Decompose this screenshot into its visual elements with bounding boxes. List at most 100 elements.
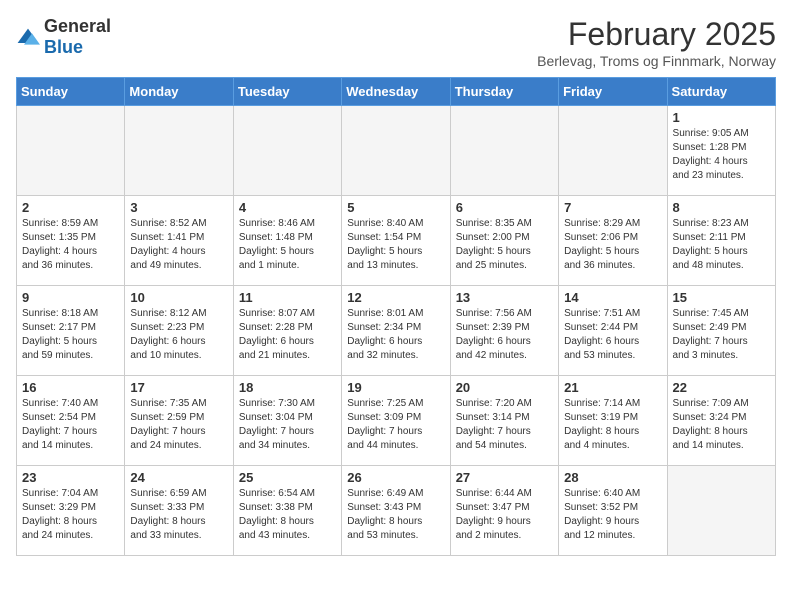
day-info: Sunrise: 9:05 AM Sunset: 1:28 PM Dayligh… <box>673 127 770 183</box>
calendar-cell: 28 Sunrise: 6:40 AM Sunset: 3:52 PM Dayli… <box>559 466 667 556</box>
weekday-header-tuesday: Tuesday <box>233 78 341 106</box>
day-number: 24 <box>130 470 227 485</box>
day-number: 9 <box>22 290 119 305</box>
calendar-cell <box>559 106 667 196</box>
day-number: 7 <box>564 200 661 215</box>
day-number: 20 <box>456 380 553 395</box>
day-number: 22 <box>673 380 770 395</box>
logo-general: General <box>44 16 111 36</box>
day-number: 15 <box>673 290 770 305</box>
calendar-cell: 1 Sunrise: 9:05 AM Sunset: 1:28 PM Daylig… <box>667 106 775 196</box>
day-number: 13 <box>456 290 553 305</box>
calendar-cell <box>17 106 125 196</box>
logo-text: General Blue <box>44 16 111 58</box>
calendar-cell <box>342 106 450 196</box>
day-number: 19 <box>347 380 444 395</box>
week-row-2: 2 Sunrise: 8:59 AM Sunset: 1:35 PM Daylig… <box>17 196 776 286</box>
day-info: Sunrise: 7:09 AM Sunset: 3:24 PM Dayligh… <box>673 397 770 453</box>
calendar-cell: 17 Sunrise: 7:35 AM Sunset: 2:59 PM Dayli… <box>125 376 233 466</box>
weekday-header-saturday: Saturday <box>667 78 775 106</box>
calendar-cell: 19 Sunrise: 7:25 AM Sunset: 3:09 PM Dayli… <box>342 376 450 466</box>
day-info: Sunrise: 8:01 AM Sunset: 2:34 PM Dayligh… <box>347 307 444 363</box>
day-number: 14 <box>564 290 661 305</box>
calendar-cell <box>667 466 775 556</box>
calendar-cell: 20 Sunrise: 7:20 AM Sunset: 3:14 PM Dayli… <box>450 376 558 466</box>
calendar-cell: 23 Sunrise: 7:04 AM Sunset: 3:29 PM Dayli… <box>17 466 125 556</box>
calendar-cell: 11 Sunrise: 8:07 AM Sunset: 2:28 PM Dayli… <box>233 286 341 376</box>
calendar-cell: 5Sunrise: 8:40 AM Sunset: 1:54 PM Daylig… <box>342 196 450 286</box>
day-number: 21 <box>564 380 661 395</box>
calendar-cell: 3 Sunrise: 8:52 AM Sunset: 1:41 PM Daylig… <box>125 196 233 286</box>
day-info: Sunrise: 7:20 AM Sunset: 3:14 PM Dayligh… <box>456 397 553 453</box>
calendar-cell: 24 Sunrise: 6:59 AM Sunset: 3:33 PM Dayli… <box>125 466 233 556</box>
day-info: Sunrise: 6:44 AM Sunset: 3:47 PM Dayligh… <box>456 487 553 543</box>
day-info: Sunrise: 8:07 AM Sunset: 2:28 PM Dayligh… <box>239 307 336 363</box>
day-number: 11 <box>239 290 336 305</box>
day-info: Sunrise: 8:29 AM Sunset: 2:06 PM Dayligh… <box>564 217 661 273</box>
weekday-header-sunday: Sunday <box>17 78 125 106</box>
day-info: Sunrise: 6:59 AM Sunset: 3:33 PM Dayligh… <box>130 487 227 543</box>
day-number: 6 <box>456 200 553 215</box>
day-info: Sunrise: 8:35 AM Sunset: 2:00 PM Dayligh… <box>456 217 553 273</box>
day-info: Sunrise: 8:40 AM Sunset: 1:54 PM Dayligh… <box>347 217 444 273</box>
day-number: 25 <box>239 470 336 485</box>
calendar-cell: 6 Sunrise: 8:35 AM Sunset: 2:00 PM Daylig… <box>450 196 558 286</box>
calendar-cell: 27Sunrise: 6:44 AM Sunset: 3:47 PM Dayli… <box>450 466 558 556</box>
calendar-cell: 15 Sunrise: 7:45 AM Sunset: 2:49 PM Dayli… <box>667 286 775 376</box>
calendar-cell: 18Sunrise: 7:30 AM Sunset: 3:04 PM Dayli… <box>233 376 341 466</box>
calendar-subtitle: Berlevag, Troms og Finnmark, Norway <box>537 53 776 69</box>
weekday-header-friday: Friday <box>559 78 667 106</box>
day-info: Sunrise: 7:51 AM Sunset: 2:44 PM Dayligh… <box>564 307 661 363</box>
day-number: 2 <box>22 200 119 215</box>
day-info: Sunrise: 8:52 AM Sunset: 1:41 PM Dayligh… <box>130 217 227 273</box>
day-info: Sunrise: 8:18 AM Sunset: 2:17 PM Dayligh… <box>22 307 119 363</box>
calendar-cell: 7 Sunrise: 8:29 AM Sunset: 2:06 PM Daylig… <box>559 196 667 286</box>
calendar-cell: 25Sunrise: 6:54 AM Sunset: 3:38 PM Dayli… <box>233 466 341 556</box>
day-number: 16 <box>22 380 119 395</box>
day-number: 8 <box>673 200 770 215</box>
calendar-cell: 9 Sunrise: 8:18 AM Sunset: 2:17 PM Daylig… <box>17 286 125 376</box>
day-number: 4 <box>239 200 336 215</box>
day-number: 12 <box>347 290 444 305</box>
day-number: 28 <box>564 470 661 485</box>
day-info: Sunrise: 7:04 AM Sunset: 3:29 PM Dayligh… <box>22 487 119 543</box>
weekday-header-wednesday: Wednesday <box>342 78 450 106</box>
calendar-cell: 4Sunrise: 8:46 AM Sunset: 1:48 PM Daylig… <box>233 196 341 286</box>
calendar-cell: 13 Sunrise: 7:56 AM Sunset: 2:39 PM Dayli… <box>450 286 558 376</box>
title-area: February 2025 Berlevag, Troms og Finnmar… <box>537 16 776 69</box>
day-info: Sunrise: 7:56 AM Sunset: 2:39 PM Dayligh… <box>456 307 553 363</box>
day-info: Sunrise: 7:30 AM Sunset: 3:04 PM Dayligh… <box>239 397 336 453</box>
day-info: Sunrise: 7:35 AM Sunset: 2:59 PM Dayligh… <box>130 397 227 453</box>
calendar-cell: 26 Sunrise: 6:49 AM Sunset: 3:43 PM Dayli… <box>342 466 450 556</box>
day-info: Sunrise: 8:59 AM Sunset: 1:35 PM Dayligh… <box>22 217 119 273</box>
calendar-cell: 14 Sunrise: 7:51 AM Sunset: 2:44 PM Dayli… <box>559 286 667 376</box>
day-info: Sunrise: 8:23 AM Sunset: 2:11 PM Dayligh… <box>673 217 770 273</box>
calendar-cell: 12 Sunrise: 8:01 AM Sunset: 2:34 PM Dayli… <box>342 286 450 376</box>
day-number: 1 <box>673 110 770 125</box>
day-number: 3 <box>130 200 227 215</box>
day-info: Sunrise: 8:12 AM Sunset: 2:23 PM Dayligh… <box>130 307 227 363</box>
day-number: 23 <box>22 470 119 485</box>
calendar-table: SundayMondayTuesdayWednesdayThursdayFrid… <box>16 77 776 556</box>
calendar-cell: 2 Sunrise: 8:59 AM Sunset: 1:35 PM Daylig… <box>17 196 125 286</box>
day-info: Sunrise: 7:40 AM Sunset: 2:54 PM Dayligh… <box>22 397 119 453</box>
header: General Blue February 2025 Berlevag, Tro… <box>16 16 776 69</box>
weekday-header-thursday: Thursday <box>450 78 558 106</box>
calendar-title: February 2025 <box>537 16 776 53</box>
weekday-header-monday: Monday <box>125 78 233 106</box>
week-row-5: 23 Sunrise: 7:04 AM Sunset: 3:29 PM Dayli… <box>17 466 776 556</box>
day-info: Sunrise: 7:14 AM Sunset: 3:19 PM Dayligh… <box>564 397 661 453</box>
day-info: Sunrise: 7:25 AM Sunset: 3:09 PM Dayligh… <box>347 397 444 453</box>
day-info: Sunrise: 7:45 AM Sunset: 2:49 PM Dayligh… <box>673 307 770 363</box>
week-row-4: 16 Sunrise: 7:40 AM Sunset: 2:54 PM Dayli… <box>17 376 776 466</box>
calendar-cell <box>233 106 341 196</box>
logo: General Blue <box>16 16 111 58</box>
logo-blue: Blue <box>44 37 83 57</box>
day-number: 26 <box>347 470 444 485</box>
calendar-cell <box>125 106 233 196</box>
calendar-cell: 16 Sunrise: 7:40 AM Sunset: 2:54 PM Dayli… <box>17 376 125 466</box>
day-info: Sunrise: 6:49 AM Sunset: 3:43 PM Dayligh… <box>347 487 444 543</box>
day-info: Sunrise: 6:40 AM Sunset: 3:52 PM Dayligh… <box>564 487 661 543</box>
day-number: 17 <box>130 380 227 395</box>
calendar-cell: 21 Sunrise: 7:14 AM Sunset: 3:19 PM Dayli… <box>559 376 667 466</box>
